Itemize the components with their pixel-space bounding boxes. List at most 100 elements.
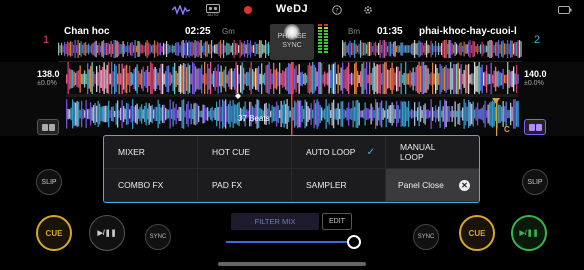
deck2-wave-bar xyxy=(370,103,372,125)
deck2-wave-bar xyxy=(145,102,147,126)
deck2-info[interactable]: Bm 01:35 phai-khoc-hay-cuoi-l xyxy=(342,21,522,62)
overview-bar xyxy=(232,42,234,56)
menu-item-sampler[interactable]: SAMPLER xyxy=(292,169,386,202)
deck1-wave-bar xyxy=(205,73,207,85)
overview-bar xyxy=(257,43,259,55)
deck2-wave-bar xyxy=(402,101,404,127)
deck1-info[interactable]: Chan hoc 02:25 Gm xyxy=(58,21,270,62)
filter-slider-knob[interactable] xyxy=(347,235,361,249)
overview-bar xyxy=(191,41,193,57)
deck1-wave-bar xyxy=(385,61,387,97)
menu-item-mixer[interactable]: MIXER xyxy=(104,136,198,169)
overview-bar xyxy=(226,42,228,56)
filter-slider-track[interactable] xyxy=(226,241,354,243)
overview-bar xyxy=(430,40,432,58)
overview-bar xyxy=(508,43,510,55)
deck1-wave-bar xyxy=(157,72,159,86)
deck2-wave-bar xyxy=(298,100,300,128)
overview-bar xyxy=(202,45,204,53)
deck1-cue-button[interactable]: CUE xyxy=(36,215,72,251)
deck1-sync-button[interactable]: SYNC xyxy=(145,224,171,250)
waveform-area[interactable] xyxy=(0,61,584,136)
deck2-wave-bar xyxy=(420,106,422,122)
deck1-wave-bar xyxy=(319,61,321,97)
panel-close-button[interactable]: Panel Close ✕ xyxy=(386,169,479,202)
deck1-wave-bar xyxy=(111,61,113,97)
deck2-cue-button[interactable]: CUE xyxy=(459,215,495,251)
deck1-wave-bar xyxy=(438,73,440,85)
overview-bar xyxy=(499,44,501,54)
deck2-sync-button[interactable]: SYNC xyxy=(413,224,439,250)
deck1-overview-waveform[interactable] xyxy=(58,40,270,58)
deck2-wave-bar xyxy=(100,106,102,122)
deck1-wave-bar xyxy=(351,72,353,86)
deck2-bpm[interactable]: 140.0 ±0.0% xyxy=(524,70,547,88)
deck1-wave-bar xyxy=(498,70,500,88)
deck2-wave-bar xyxy=(501,106,503,122)
deck2-wave-bar xyxy=(183,99,185,129)
overview-bar xyxy=(173,45,175,53)
menu-item-combo-fx[interactable]: COMBO FX xyxy=(104,169,198,202)
menu-item-auto-loop[interactable]: AUTO LOOP ✓ xyxy=(292,136,386,169)
deck2-pad-button[interactable] xyxy=(524,119,546,135)
deck1-wave-bar xyxy=(375,66,377,92)
deck1-wave-bar xyxy=(148,71,150,87)
overview-bar xyxy=(433,45,435,53)
deck2-wave-bar xyxy=(75,102,77,126)
battery-icon xyxy=(558,3,572,17)
deck1-wave-bar xyxy=(372,67,374,91)
menu-item-manual-loop[interactable]: MANUAL LOOP xyxy=(386,136,479,169)
deck1-wave-bar xyxy=(381,73,383,85)
deck2-wave-bar xyxy=(66,99,68,129)
phrase-sync-button[interactable]: PHRASE SYNC xyxy=(270,24,314,60)
deck2-wave-bar xyxy=(333,99,335,129)
deck2-wave-bar xyxy=(177,109,179,119)
deck1-wave-bar xyxy=(390,67,392,91)
overview-bar xyxy=(148,42,150,56)
deck2-wave-bar xyxy=(316,99,318,129)
deck2-wave-bar xyxy=(163,104,165,124)
deck1-wave-bar xyxy=(486,65,488,93)
deck1-wave-bar xyxy=(370,72,372,86)
overview-bar xyxy=(507,40,509,58)
deck1-bpm[interactable]: 138.0 ±0.0% xyxy=(37,70,60,88)
overview-bar xyxy=(448,40,450,58)
overview-bar xyxy=(82,44,84,54)
deck1-wave-bar xyxy=(156,68,158,90)
overview-bar xyxy=(418,40,420,58)
waveform-canvas[interactable] xyxy=(0,61,584,136)
deck1-slip-button[interactable]: SLIP xyxy=(36,169,62,195)
deck2-wave-bar xyxy=(433,110,435,118)
deck2-wave-bar xyxy=(148,103,150,125)
deck1-wave-bar xyxy=(499,72,501,86)
menu-item-pad-fx[interactable]: PAD FX xyxy=(198,169,292,202)
deck1-pad-button[interactable] xyxy=(37,119,59,135)
deck2-overview-waveform[interactable] xyxy=(342,40,522,58)
filter-mix-button[interactable]: FILTER MIX xyxy=(231,213,319,230)
overview-bar xyxy=(496,41,498,57)
help-icon[interactable]: ? xyxy=(332,3,342,17)
deck1-play-pause-button[interactable]: ▶/❚❚ xyxy=(89,215,125,251)
deck1-wave-bar xyxy=(345,69,347,89)
deck1-wave-bar xyxy=(445,65,447,93)
overview-bar xyxy=(242,43,244,55)
deck2-wave-bar xyxy=(379,102,381,126)
deck1-wave-bar xyxy=(423,61,425,97)
overview-bar xyxy=(502,40,504,58)
edit-button[interactable]: EDIT xyxy=(322,213,352,230)
overview-bar xyxy=(71,42,73,56)
overview-bar xyxy=(200,40,202,58)
deck1-wave-bar xyxy=(90,66,92,92)
deck2-slip-button[interactable]: SLIP xyxy=(522,169,548,195)
overview-bar xyxy=(101,41,103,57)
overview-bar xyxy=(116,40,118,58)
deck2-play-pause-button[interactable]: ▶/❚❚ xyxy=(511,215,547,251)
overview-bar xyxy=(364,42,366,56)
menu-item-hot-cue[interactable]: HOT CUE xyxy=(198,136,292,169)
deck1-wave-bar xyxy=(163,73,165,85)
deck2-wave-bar xyxy=(334,108,336,120)
gear-icon[interactable] xyxy=(363,3,373,17)
deck2-wave-bar xyxy=(115,103,117,125)
deck1-wave-bar xyxy=(94,74,96,84)
deck2-wave-bar xyxy=(126,103,128,125)
